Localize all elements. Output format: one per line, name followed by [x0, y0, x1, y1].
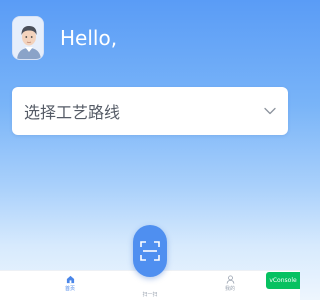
process-route-select[interactable]: 选择工艺路线: [12, 87, 288, 135]
greeting-text: Hello,: [60, 26, 118, 50]
scan-button[interactable]: [133, 225, 167, 277]
tab-mine-label: 我的: [224, 286, 235, 292]
home-icon: [66, 275, 74, 284]
tab-scan-label: 扫一扫: [142, 292, 158, 298]
tab-scan[interactable]: 扫一扫: [130, 290, 170, 298]
header: Hello,: [12, 16, 117, 60]
vconsole-button[interactable]: vConsole: [266, 272, 300, 289]
user-icon: [226, 275, 234, 284]
tab-mine[interactable]: 我的: [210, 275, 250, 292]
tab-home-label: 首页: [64, 286, 75, 292]
user-avatar-icon: [13, 17, 43, 59]
chevron-down-icon: [264, 107, 276, 115]
tab-home[interactable]: 首页: [50, 275, 90, 292]
process-route-placeholder: 选择工艺路线: [24, 103, 121, 122]
scan-frame-icon: [140, 241, 160, 261]
avatar[interactable]: [12, 16, 44, 60]
